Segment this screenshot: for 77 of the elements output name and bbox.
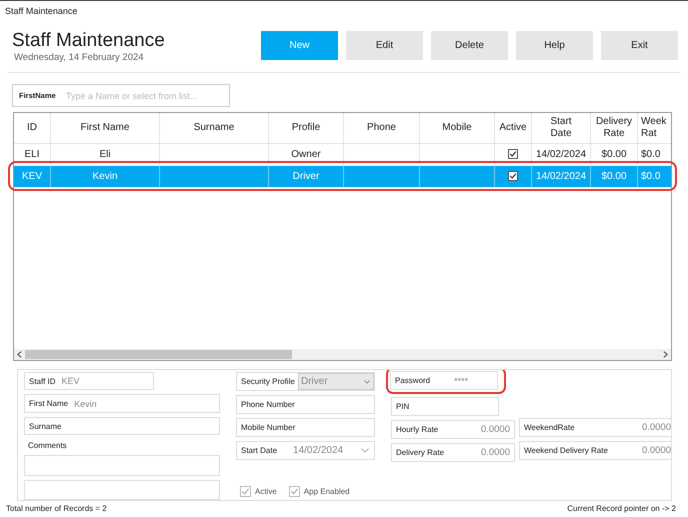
checkbox[interactable] [508, 149, 518, 159]
input-field[interactable]: Weekend Delivery Rate 0.0000 [519, 441, 671, 460]
column-header[interactable]: Profile [268, 113, 344, 143]
table-cell: 14/02/2024 [536, 170, 586, 182]
input-field[interactable]: Delivery Rate 0.0000 [391, 443, 515, 462]
table-cell: ELI [24, 148, 40, 160]
date-label: Wednesday, 14 February 2024 [14, 52, 145, 63]
table-cell: $0.0 [641, 170, 660, 182]
window-title: Staff Maintenance [4, 5, 78, 18]
horizontal-scrollbar[interactable] [14, 349, 671, 360]
field-label: Hourly Rate [396, 425, 438, 434]
table-cell: Driver [292, 170, 320, 182]
input-field[interactable]: Surname [24, 416, 220, 436]
field-label: Start Date [241, 446, 278, 455]
field-value: 14/02/2024 [293, 445, 344, 456]
field-label: Password [395, 376, 430, 385]
field-value: 0.0000 [480, 424, 510, 435]
field-value: 0.0000 [480, 447, 510, 458]
input-field[interactable]: First Name Kevin [24, 394, 220, 413]
date-field[interactable]: Start Date 14/02/2024 [236, 441, 375, 460]
input-field[interactable]: Password **** [390, 371, 498, 390]
caret-icon[interactable] [361, 448, 369, 453]
checkbox[interactable] [508, 171, 518, 181]
toolbar-button[interactable]: Edit [346, 31, 423, 60]
field-label: Mobile Number [241, 423, 296, 432]
column-header[interactable]: Surname [160, 113, 268, 143]
field-value: **** [454, 376, 468, 386]
table-row[interactable]: ELI Eli Owner 14/02/2024 $0.00 $0.0 [14, 143, 671, 165]
input-field[interactable]: Mobile Number [236, 418, 375, 437]
checkbox-label: App Enabled [304, 487, 350, 496]
table-cell: 14/02/2024 [536, 148, 586, 160]
comments-field[interactable] [24, 480, 220, 500]
field-value: Kevin [74, 398, 97, 409]
comments-field[interactable] [24, 455, 220, 476]
column-header[interactable]: First Name [50, 113, 160, 143]
field-value: 0.0000 [642, 445, 671, 456]
field-value: 0.0000 [642, 422, 671, 433]
caret-icon [364, 380, 370, 384]
page-title: Staff Maintenance [12, 31, 165, 51]
field-label: First Name [29, 399, 68, 408]
status-text: Total number of Records = 2 [6, 504, 107, 513]
field-label: Weekend Delivery Rate [524, 446, 608, 455]
column-header[interactable]: Mobile [420, 113, 494, 143]
column-header[interactable]: Phone [344, 113, 420, 143]
column-header[interactable]: Delivery Rate [590, 113, 638, 143]
field-label: Staff ID [29, 376, 56, 386]
table-cell: Eli [99, 148, 111, 160]
table-cell: Kevin [92, 170, 118, 182]
input-field[interactable]: PIN [391, 397, 499, 416]
scroll-thumb[interactable] [25, 350, 292, 359]
field-label: PIN [396, 402, 410, 411]
field-label: Surname [29, 422, 62, 431]
table-cell: KEV [22, 170, 42, 182]
column-header[interactable]: Start Date [532, 113, 590, 143]
input-field[interactable]: Phone Number [236, 395, 375, 414]
table-cell: $0.0 [641, 148, 660, 160]
field-label: Security Profile [241, 377, 295, 386]
toolbar-button[interactable]: Help [516, 31, 593, 60]
field-label: Comments [27, 440, 68, 452]
field-label: Phone Number [241, 400, 295, 409]
table-cell: $0.00 [601, 170, 627, 182]
input-field[interactable]: Staff ID KEV [24, 372, 154, 390]
column-header[interactable]: Week Rat [638, 113, 671, 143]
field-label: Delivery Rate [396, 448, 444, 457]
status-text: Current Record pointer on -> 2 [567, 504, 676, 513]
field-value: Driver [301, 376, 328, 387]
table-cell: Owner [291, 148, 321, 160]
input-field[interactable]: WeekendRate 0.0000 [519, 418, 671, 437]
input-field[interactable]: Hourly Rate 0.0000 [391, 420, 515, 439]
field-value: KEV [62, 376, 80, 386]
toolbar-button[interactable]: Delete [431, 31, 508, 60]
column-header[interactable]: ID [14, 113, 50, 143]
field-label: WeekendRate [524, 423, 575, 432]
toolbar-button[interactable]: Exit [601, 31, 678, 60]
table-cell: $0.00 [601, 148, 627, 160]
checkbox-label: Active [255, 487, 277, 496]
column-header[interactable]: Active [494, 113, 532, 143]
